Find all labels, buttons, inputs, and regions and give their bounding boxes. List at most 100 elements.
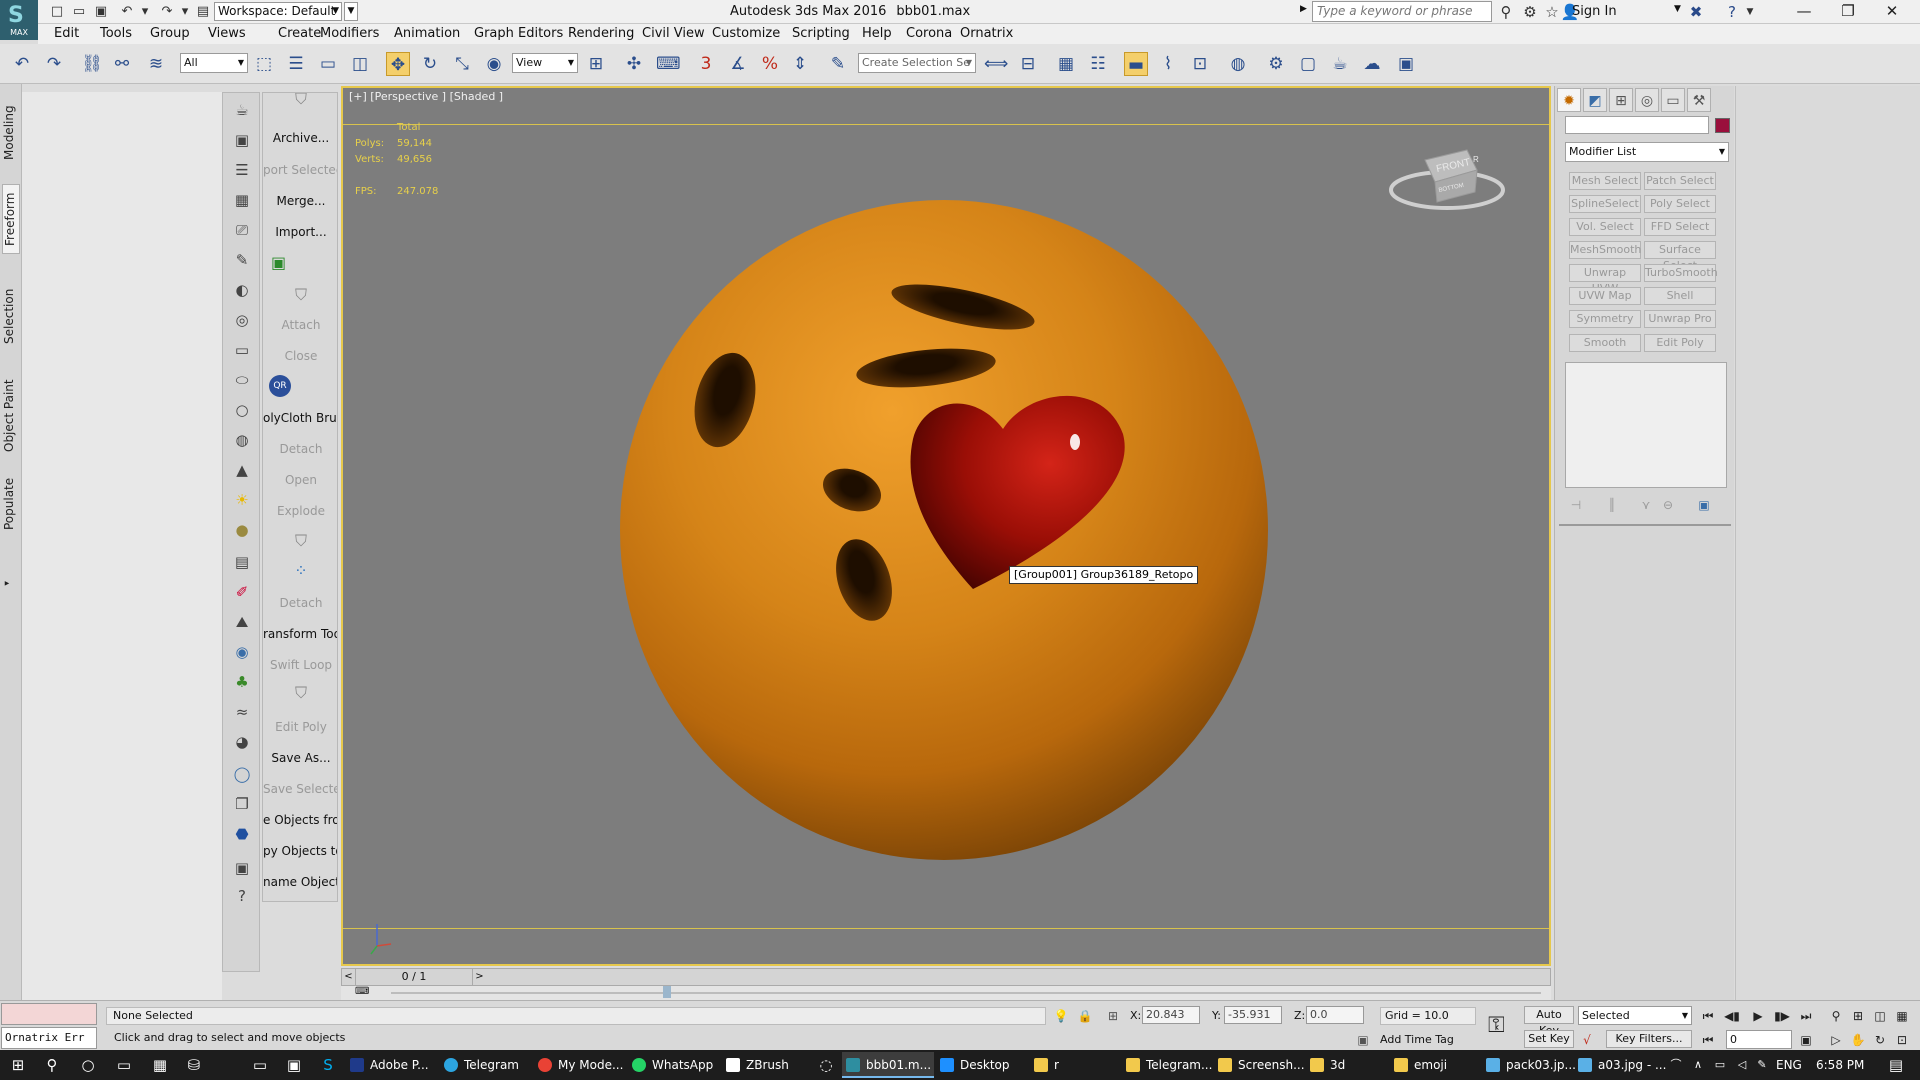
taskbar-image-a03[interactable]: a03.jpg - ... <box>1574 1052 1666 1078</box>
pivot-center-icon[interactable]: ⊞ <box>584 52 608 76</box>
redo-icon[interactable]: ↷ <box>158 3 176 21</box>
pen-icon[interactable]: ✎ <box>1750 1054 1774 1076</box>
schematic-view-icon[interactable]: ⊡ <box>1188 52 1212 76</box>
render-window-icon[interactable]: ▣ <box>231 129 253 151</box>
taskbar-app-zbrush[interactable]: ZBrush <box>722 1052 812 1078</box>
track-bar[interactable]: ⌨ <box>341 986 1551 1000</box>
minimize-icon[interactable]: — <box>1782 0 1826 24</box>
ribbon-tab-selection[interactable]: Selection <box>2 284 20 348</box>
taskbar-folder-r[interactable]: r <box>1030 1052 1122 1078</box>
previous-frame-button[interactable]: < <box>342 969 356 985</box>
next-frame-icon[interactable]: ▮▶ <box>1772 1007 1792 1025</box>
tool-polycloth-brush[interactable]: olyCloth Brush <box>263 411 337 425</box>
search-input[interactable]: Type a keyword or phrase <box>1312 1 1492 22</box>
taskbar-app-adobe[interactable]: Adobe P... <box>346 1052 436 1078</box>
taskbar-folder-telegram[interactable]: Telegram... <box>1122 1052 1214 1078</box>
toggle-ribbon-icon[interactable]: ▬ <box>1124 52 1148 76</box>
restore-icon[interactable]: ❐ <box>1826 0 1870 24</box>
motion-tab-icon[interactable]: ◎ <box>1635 88 1659 112</box>
selection-filter-dropdown[interactable]: All ▼ <box>180 53 248 73</box>
tool-transform-tool[interactable]: ransform Tool <box>263 627 337 641</box>
undo-icon[interactable]: ↶ <box>118 3 136 21</box>
ribbon-tab-object-paint[interactable]: Object Paint <box>2 374 20 458</box>
menu-create[interactable]: Create <box>278 26 321 41</box>
menu-scripting[interactable]: Scripting <box>792 26 850 41</box>
spinner-snap-icon[interactable]: ⇕ <box>788 52 812 76</box>
taskbar-app-chrome[interactable]: My Mode... <box>534 1052 626 1078</box>
green-screen-icon[interactable]: ▣ <box>263 253 337 272</box>
ribbon-tab-freeform[interactable]: Freeform <box>2 184 20 254</box>
search-expand-icon[interactable]: ▶ <box>1300 4 1307 14</box>
select-and-move-icon[interactable]: ✥ <box>386 52 410 76</box>
angle-snap-icon[interactable]: ∡ <box>726 52 750 76</box>
taskbar-folder-emoji[interactable]: emoji <box>1390 1052 1482 1078</box>
viewport-label[interactable]: [+] [Perspective ] [Shaded ] <box>349 90 503 103</box>
menu-views[interactable]: Views <box>208 26 246 41</box>
circle-icon[interactable]: ○ <box>231 399 253 421</box>
grid-plane-icon[interactable]: ▤ <box>231 551 253 573</box>
create-tab-icon[interactable]: ✹ <box>1557 88 1581 112</box>
rendered-frame-window-icon[interactable]: ▢ <box>1296 52 1320 76</box>
menu-tools[interactable]: Tools <box>100 26 132 41</box>
taskbar-app-telegram[interactable]: Telegram <box>440 1052 530 1078</box>
tool-copy-objects-to[interactable]: py Objects to <box>263 844 337 858</box>
add-time-tag-button[interactable]: Add Time Tag <box>1380 1033 1454 1046</box>
menu-modifiers[interactable]: Modifiers <box>320 26 379 41</box>
toggle-scene-explorer-icon[interactable]: ▦ <box>1054 52 1078 76</box>
key-mode-dropdown[interactable]: Selected ▼ <box>1578 1006 1692 1025</box>
key-mode-toggle-icon[interactable]: ⏮ <box>1698 1031 1718 1049</box>
curve-editor-icon[interactable]: ⌇ <box>1156 52 1180 76</box>
sign-in-button[interactable]: Sign In <box>1572 4 1617 19</box>
new-file-icon[interactable]: □ <box>48 3 66 21</box>
maxscript-listener-input[interactable]: Ornatrix Err <box>1 1027 97 1049</box>
help-dropdown-icon[interactable]: ▼ <box>1740 2 1760 22</box>
snaps-toggle-icon[interactable]: 3 <box>694 52 718 76</box>
calculator-icon[interactable]: ▦ <box>148 1054 172 1076</box>
ribbon-tab-modeling[interactable]: Modeling <box>2 100 20 166</box>
select-and-link-icon[interactable]: ⛓ <box>80 52 104 76</box>
particles-icon[interactable]: ⁘ <box>263 561 337 580</box>
go-to-end-icon[interactable]: ⏭ <box>1796 1007 1816 1025</box>
project-folder-icon[interactable]: ▤ <box>194 3 212 21</box>
reference-coordinate-dropdown[interactable]: View ▼ <box>512 53 578 73</box>
perspective-viewport[interactable]: [+] [Perspective ] [Shaded ] Total Polys… <box>341 86 1551 966</box>
select-by-name-icon[interactable]: ☰ <box>284 52 308 76</box>
skype-icon[interactable]: S <box>316 1054 340 1076</box>
ribbon-tab-populate[interactable]: Populate <box>2 474 20 534</box>
tool-import[interactable]: Import... <box>263 225 337 239</box>
camera-icon[interactable]: ⎚ <box>231 219 253 241</box>
object-paint-icon[interactable]: ✐ <box>231 581 253 603</box>
unknown-app-icon[interactable]: ◌ <box>814 1054 838 1076</box>
keyboard-shortcut-override-icon[interactable]: ⌨ <box>656 52 681 76</box>
taskbar-app-desktop[interactable]: Desktop <box>936 1052 1028 1078</box>
modifier-list-dropdown[interactable]: Modifier List ▼ <box>1565 142 1729 162</box>
teapot-icon[interactable]: ☕ <box>231 99 253 121</box>
maxscript-listener-output[interactable] <box>1 1003 97 1025</box>
modify-tab-icon[interactable]: ◩ <box>1583 88 1607 112</box>
time-slider[interactable]: < 0 / 1 > <box>341 968 1551 986</box>
tool-save-as[interactable]: Save As... <box>263 751 337 765</box>
bubble-icon[interactable]: ◯ <box>231 763 253 785</box>
undo-icon[interactable]: ↶ <box>10 52 34 76</box>
set-key-icon[interactable]: ⚿ <box>1488 1013 1505 1038</box>
binoculars-icon[interactable]: ⚲ <box>1496 2 1516 22</box>
orbit-icon[interactable]: ↻ <box>1870 1031 1890 1049</box>
language-indicator[interactable]: ENG <box>1776 1058 1802 1072</box>
script-icon[interactable]: ⬣ <box>231 823 253 845</box>
store-icon[interactable]: ⛁ <box>182 1054 206 1076</box>
film-icon[interactable]: ◎ <box>231 309 253 331</box>
pan-view-icon[interactable]: ✋ <box>1848 1031 1868 1049</box>
paint-brush-icon[interactable]: ✎ <box>231 249 253 271</box>
object-name-field[interactable] <box>1565 116 1709 134</box>
zoom-icon[interactable]: ⚲ <box>1826 1007 1846 1025</box>
zoom-all-icon[interactable]: ⊞ <box>1848 1007 1868 1025</box>
search-icon[interactable]: ⚲ <box>40 1054 64 1076</box>
app-menu-button[interactable]: S MAX <box>0 0 38 40</box>
exchange-apps-icon[interactable]: ✖ <box>1686 2 1706 22</box>
tool-merge[interactable]: Merge... <box>263 194 337 208</box>
menu-rendering[interactable]: Rendering <box>568 26 634 41</box>
window-crossing-icon[interactable]: ◫ <box>348 52 372 76</box>
taskbar-folder-screenshots[interactable]: Screensh... <box>1214 1052 1306 1078</box>
align-icon[interactable]: ⊟ <box>1016 52 1040 76</box>
named-selection-set-dropdown[interactable]: Create Selection Se ▼ <box>858 53 976 73</box>
